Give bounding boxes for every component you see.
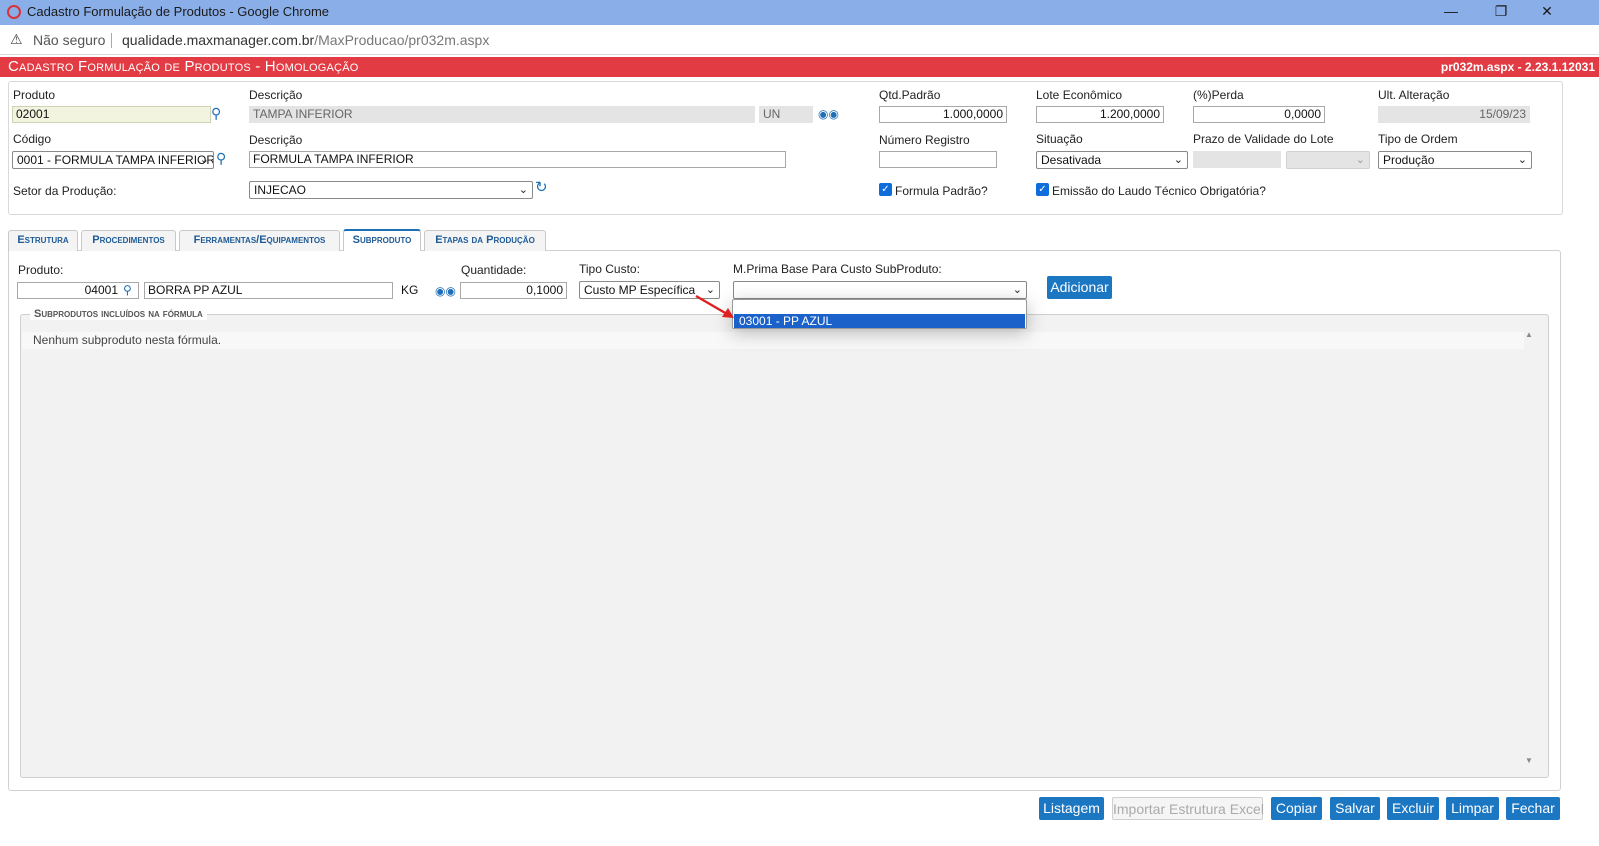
tab-estrutura[interactable]: Estrutura bbox=[8, 230, 78, 251]
tipo-custo-select-value: Custo MP Específica bbox=[584, 283, 696, 297]
chevron-down-icon: ⌄ bbox=[1012, 284, 1022, 296]
perda-label: (%)Perda bbox=[1193, 88, 1244, 102]
emissao-laudo-checkbox[interactable]: ✓ bbox=[1036, 183, 1049, 196]
annotation-arrow-icon bbox=[695, 294, 734, 318]
mprima-label: M.Prima Base Para Custo SubProduto: bbox=[733, 262, 942, 276]
scroll-up-icon[interactable]: ▲ bbox=[1525, 330, 1533, 339]
numero-registro-input[interactable] bbox=[879, 151, 997, 168]
perda-input[interactable]: 0,0000 bbox=[1193, 106, 1325, 123]
refresh-icon[interactable]: ↻ bbox=[535, 180, 548, 195]
setor-label: Setor da Produção: bbox=[13, 184, 117, 198]
page-title: Cadastro Formulação de Produtos - Homolo… bbox=[8, 58, 359, 75]
chevron-down-icon: ⌄ bbox=[1173, 154, 1183, 166]
qtd-padrao-input[interactable]: 1.000,0000 bbox=[879, 106, 1007, 123]
page-header: Cadastro Formulação de Produtos - Homolo… bbox=[0, 57, 1599, 77]
prazo-validade-input bbox=[1193, 151, 1281, 168]
setor-select[interactable]: INJECAO ⌄ bbox=[249, 181, 533, 199]
binoculars-icon[interactable]: ◉◉ bbox=[435, 284, 456, 298]
search-codigo-icon[interactable]: ⚲ bbox=[216, 151, 226, 165]
adicionar-button[interactable]: Adicionar bbox=[1047, 276, 1112, 299]
codigo-label: Código bbox=[13, 132, 52, 146]
chevron-down-icon: ⌄ bbox=[1517, 154, 1527, 166]
sub-unidade-value: KG bbox=[397, 282, 431, 299]
sub-produto-label: Produto: bbox=[18, 263, 64, 277]
url-path: /MaxProducao/pr032m.aspx bbox=[314, 32, 490, 48]
mprima-dropdown-list: 03001 - PP AZUL bbox=[732, 299, 1027, 329]
quantidade-label: Quantidade: bbox=[461, 263, 527, 277]
tab-ferramentas[interactable]: Ferramentas/Equipamentos bbox=[179, 230, 340, 251]
lote-economico-label: Lote Econômico bbox=[1036, 88, 1123, 102]
setor-select-value: INJECAO bbox=[254, 183, 307, 197]
situacao-select[interactable]: Desativada ⌄ bbox=[1036, 151, 1188, 169]
search-subproduto-icon[interactable]: ⚲ bbox=[123, 283, 132, 297]
url-text[interactable]: qualidade.maxmanager.com.br/MaxProducao/… bbox=[122, 32, 489, 48]
address-bar[interactable]: ⚠ Não seguro qualidade.maxmanager.com.br… bbox=[0, 25, 1599, 55]
produto-label: Produto bbox=[13, 88, 56, 102]
tipo-ordem-select[interactable]: Produção ⌄ bbox=[1378, 151, 1532, 169]
app-logo-icon bbox=[7, 5, 21, 19]
tipo-custo-label: Tipo Custo: bbox=[579, 262, 640, 276]
subprodutos-fieldset bbox=[20, 314, 1549, 778]
formula-padrao-label: Formula Padrão? bbox=[895, 184, 988, 198]
tab-etapas-producao[interactable]: Etapas da Produção bbox=[424, 230, 546, 251]
address-separator bbox=[111, 33, 112, 48]
list-item: Nenhum subproduto nesta fórmula. bbox=[22, 332, 1524, 349]
situacao-select-value: Desativada bbox=[1041, 153, 1102, 167]
scroll-down-icon[interactable]: ▼ bbox=[1525, 756, 1533, 765]
descricao-formula-input[interactable]: FORMULA TAMPA INFERIOR bbox=[249, 151, 786, 168]
listagem-button[interactable]: Listagem bbox=[1039, 797, 1104, 820]
chevron-down-icon: ⌄ bbox=[199, 154, 209, 166]
emissao-laudo-label: Emissão do Laudo Técnico Obrigatória? bbox=[1052, 184, 1266, 198]
ult-alteracao-value: 15/09/23 bbox=[1378, 106, 1530, 123]
quantidade-input[interactable]: 0,1000 bbox=[460, 282, 567, 299]
chevron-down-icon: ⌄ bbox=[518, 184, 528, 196]
warning-icon: ⚠ bbox=[10, 31, 23, 47]
limpar-button[interactable]: Limpar bbox=[1446, 797, 1499, 820]
mprima-select[interactable]: ⌄ bbox=[733, 281, 1027, 299]
sub-descricao-input[interactable]: BORRA PP AZUL bbox=[144, 282, 393, 299]
unidade-input: UN bbox=[759, 106, 813, 123]
descricao2-label: Descrição bbox=[249, 133, 303, 147]
page-version: pr032m.aspx - 2.23.1.12031 bbox=[1440, 60, 1595, 74]
binoculars-icon[interactable]: ◉◉ bbox=[818, 107, 839, 121]
subprodutos-legend: Subprodutos incluídos na fórmula bbox=[30, 308, 207, 320]
tipo-ordem-label: Tipo de Ordem bbox=[1378, 132, 1458, 146]
sub-produto-input[interactable]: 04001 bbox=[17, 282, 139, 299]
descricao-label: Descrição bbox=[249, 88, 303, 102]
chevron-down-icon: ⌄ bbox=[1355, 154, 1365, 166]
lote-economico-input[interactable]: 1.200,0000 bbox=[1036, 106, 1164, 123]
prazo-validade-unit-select: ⌄ bbox=[1286, 151, 1370, 169]
codigo-select[interactable]: 0001 - FORMULA TAMPA INFERIOR ⌄ bbox=[12, 151, 214, 169]
dropdown-option-pp-azul[interactable]: 03001 - PP AZUL bbox=[734, 314, 1025, 328]
tipo-ordem-select-value: Produção bbox=[1383, 153, 1435, 167]
window-title: Cadastro Formulação de Produtos - Google… bbox=[27, 4, 330, 19]
excluir-button[interactable]: Excluir bbox=[1387, 797, 1439, 820]
importar-excel-button: Importar Estrutura Excel bbox=[1112, 797, 1264, 820]
descricao-input: TAMPA INFERIOR bbox=[249, 106, 755, 123]
browser-title-bar: Cadastro Formulação de Produtos - Google… bbox=[0, 0, 1599, 25]
minimize-button[interactable]: — bbox=[1436, 1, 1466, 23]
tab-procedimentos[interactable]: Procedimentos bbox=[81, 230, 176, 251]
tab-subproduto[interactable]: Subproduto bbox=[343, 229, 421, 251]
qtd-padrao-label: Qtd.Padrão bbox=[879, 88, 941, 102]
salvar-button[interactable]: Salvar bbox=[1330, 797, 1380, 820]
formula-form-box bbox=[8, 81, 1563, 215]
codigo-select-value: 0001 - FORMULA TAMPA INFERIOR bbox=[17, 153, 214, 167]
prazo-validade-label: Prazo de Validade do Lote bbox=[1193, 132, 1334, 146]
fechar-button[interactable]: Fechar bbox=[1506, 797, 1560, 820]
close-window-button[interactable]: ✕ bbox=[1532, 1, 1562, 23]
formula-padrao-checkbox[interactable]: ✓ bbox=[879, 183, 892, 196]
search-produto-icon[interactable]: ⚲ bbox=[211, 106, 221, 120]
situacao-label: Situação bbox=[1036, 132, 1083, 146]
empty-list-text: Nenhum subproduto nesta fórmula. bbox=[33, 333, 222, 347]
url-host: qualidade.maxmanager.com.br bbox=[122, 32, 315, 48]
ult-alteracao-label: Ult. Alteração bbox=[1378, 88, 1450, 102]
produto-input[interactable]: 02001 bbox=[12, 106, 211, 123]
security-label: Não seguro bbox=[33, 32, 106, 48]
numero-registro-label: Número Registro bbox=[879, 133, 970, 147]
restore-button[interactable]: ❐ bbox=[1486, 1, 1516, 23]
copiar-button[interactable]: Copiar bbox=[1271, 797, 1322, 820]
